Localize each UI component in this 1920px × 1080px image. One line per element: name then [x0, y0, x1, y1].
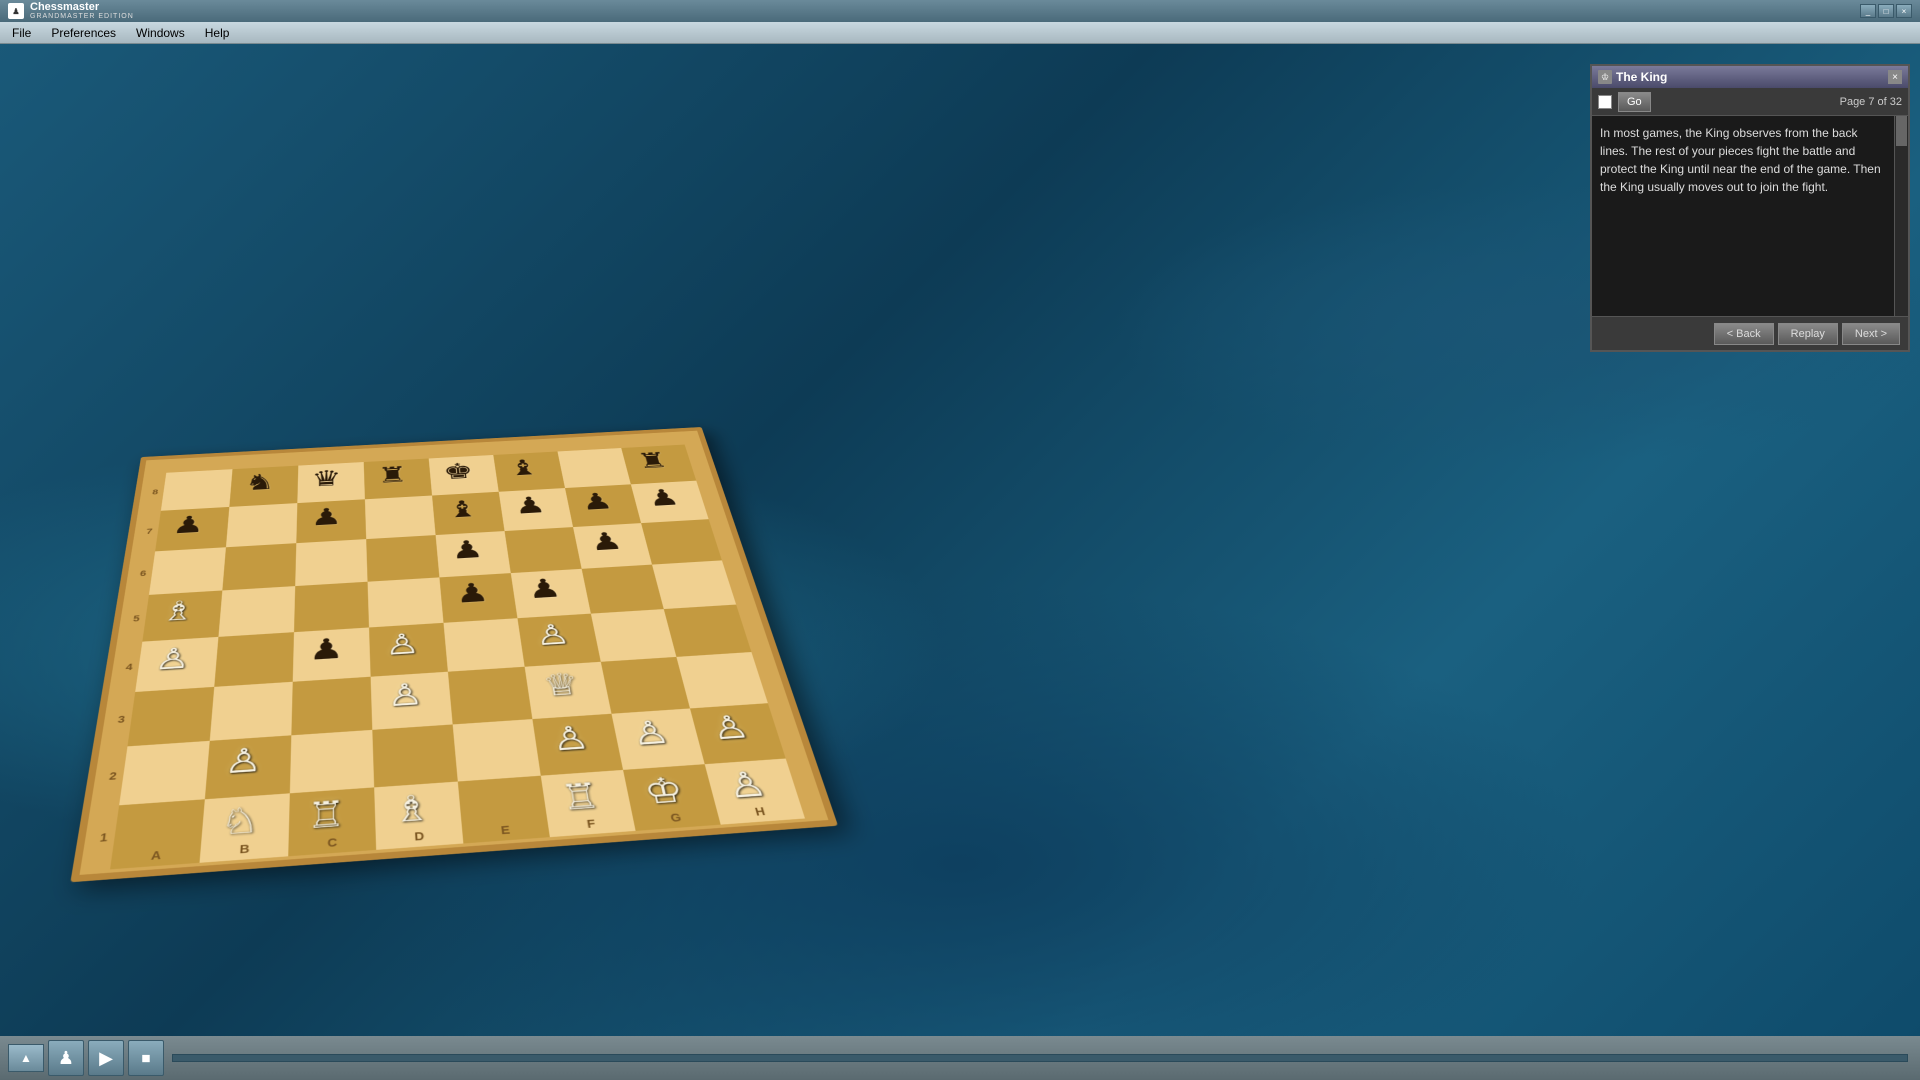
menu-windows[interactable]: Windows	[128, 24, 193, 42]
cell-r3c8[interactable]	[676, 652, 768, 708]
app-name: Chessmaster GRANDMASTER EDITION	[30, 1, 134, 21]
menu-file[interactable]: File	[4, 24, 39, 42]
cell-r4c1[interactable]	[135, 637, 218, 692]
cell-r3c2[interactable]	[210, 682, 293, 741]
lesson-panel: ♔ The King × Go Page 7 of 32 In most gam…	[1590, 64, 1910, 352]
cell-r3c1[interactable]	[127, 687, 214, 747]
cell-r6c4[interactable]	[366, 535, 439, 582]
cell-r8c7[interactable]	[557, 448, 630, 488]
cell-r4c5[interactable]	[444, 618, 525, 672]
cell-r7c4[interactable]	[365, 496, 436, 540]
cell-r4c7[interactable]	[591, 609, 677, 662]
cell-r6c2[interactable]	[222, 543, 296, 590]
cell-r4c4[interactable]	[369, 623, 448, 677]
lesson-text: In most games, the King observes from th…	[1600, 124, 1900, 196]
cell-r5c2[interactable]	[218, 586, 295, 637]
cell-r7c1[interactable]	[155, 507, 229, 551]
cell-r7c5[interactable]	[432, 492, 505, 535]
cell-r3c4[interactable]	[371, 672, 453, 730]
cell-r6c6[interactable]	[505, 527, 582, 573]
cell-r2c6[interactable]	[532, 714, 623, 776]
cell-r6c8[interactable]	[641, 519, 722, 564]
lesson-scroll-thumb[interactable]	[1896, 116, 1907, 146]
board-frame: 8 7 6 5 4 3 2 1 A B C D E	[70, 427, 838, 882]
chess-board-3d: 8 7 6 5 4 3 2 1 A B C D E	[42, 404, 909, 927]
cell-r5c6[interactable]	[511, 569, 591, 618]
chess-area: 8 7 6 5 4 3 2 1 A B C D E	[0, 44, 1920, 1080]
app-icon: ♟	[8, 3, 24, 19]
cell-r5c1[interactable]	[142, 590, 222, 641]
cell-r3c5[interactable]	[448, 667, 532, 725]
replay-button[interactable]: Replay	[1778, 323, 1838, 345]
page-info: Page 7 of 32	[1840, 96, 1902, 108]
cell-r7c3[interactable]	[296, 499, 366, 543]
go-button[interactable]: Go	[1618, 92, 1651, 112]
lesson-icon: ♔	[1598, 70, 1612, 84]
lesson-title: The King	[1616, 70, 1884, 84]
cell-r6c5[interactable]	[436, 531, 511, 577]
cell-r6c1[interactable]	[149, 547, 226, 595]
cell-r3c6[interactable]	[525, 662, 612, 719]
cell-r8c5[interactable]	[429, 455, 499, 496]
cell-r2c5[interactable]	[453, 719, 541, 781]
cell-r7c7[interactable]	[565, 484, 641, 527]
cell-r2c1[interactable]	[119, 741, 210, 805]
cell-r4c2[interactable]	[214, 632, 294, 687]
progress-bar	[172, 1054, 1908, 1062]
cell-r6c7[interactable]	[573, 523, 652, 569]
board-container: 8 7 6 5 4 3 2 1 A B C D E	[50, 104, 920, 894]
cell-r8c8[interactable]	[621, 445, 696, 485]
next-button[interactable]: Next >	[1842, 323, 1900, 345]
cell-r2c7[interactable]	[611, 708, 704, 769]
lesson-close-button[interactable]: ×	[1888, 70, 1902, 84]
cell-r8c4[interactable]	[364, 458, 432, 499]
cell-r2c4[interactable]	[372, 724, 457, 787]
cell-r6c3[interactable]	[295, 539, 367, 586]
cell-r8c1[interactable]	[161, 469, 233, 511]
cell-r2c8[interactable]	[690, 703, 786, 764]
back-button[interactable]: < Back	[1714, 323, 1774, 345]
cell-r4c3[interactable]	[293, 627, 371, 681]
cell-r7c6[interactable]	[499, 488, 573, 531]
cell-r3c3[interactable]	[291, 677, 372, 736]
cell-r2c2[interactable]	[205, 735, 292, 799]
cell-r8c6[interactable]	[493, 451, 565, 491]
lesson-content: In most games, the King observes from th…	[1592, 116, 1908, 316]
menu-help[interactable]: Help	[197, 24, 238, 42]
scroll-up-button[interactable]: ▲	[8, 1044, 44, 1072]
menu-bar: File Preferences Windows Help	[0, 22, 1920, 44]
lesson-scrollbar[interactable]	[1894, 116, 1908, 316]
stop-button[interactable]: ⏹	[128, 1040, 164, 1076]
cell-r8c3[interactable]	[297, 462, 365, 503]
cell-r4c6[interactable]	[517, 614, 600, 667]
lesson-buttons: < Back Replay Next >	[1592, 316, 1908, 350]
bottom-bar: ▲ ♟ ▶ ⏹	[0, 1036, 1920, 1080]
app-logo: ♟ Chessmaster GRANDMASTER EDITION	[8, 1, 134, 21]
piece-icon-button[interactable]: ♟	[48, 1040, 84, 1076]
cell-r4c8[interactable]	[664, 605, 752, 657]
cell-r5c8[interactable]	[652, 560, 736, 609]
maximize-button[interactable]: □	[1878, 4, 1894, 18]
minimize-button[interactable]: _	[1860, 4, 1876, 18]
lesson-panel-titlebar: ♔ The King ×	[1592, 66, 1908, 88]
lesson-checkbox[interactable]	[1598, 95, 1612, 109]
cell-r2c3[interactable]	[290, 730, 374, 793]
cell-r5c5[interactable]	[439, 573, 517, 623]
close-button[interactable]: ×	[1896, 4, 1912, 18]
play-button[interactable]: ▶	[88, 1040, 124, 1076]
lesson-toolbar: Go Page 7 of 32	[1592, 88, 1908, 116]
menu-preferences[interactable]: Preferences	[43, 24, 124, 42]
cell-r3c7[interactable]	[601, 657, 690, 714]
title-bar: ♟ Chessmaster GRANDMASTER EDITION _ □ ×	[0, 0, 1920, 22]
cell-r7c8[interactable]	[631, 481, 709, 523]
cell-r8c2[interactable]	[229, 466, 298, 507]
title-bar-controls: _ □ ×	[1860, 4, 1912, 18]
cell-r5c4[interactable]	[368, 577, 444, 627]
cell-r7c2[interactable]	[226, 503, 297, 547]
cell-r5c3[interactable]	[294, 582, 369, 632]
cell-r5c7[interactable]	[582, 565, 664, 614]
